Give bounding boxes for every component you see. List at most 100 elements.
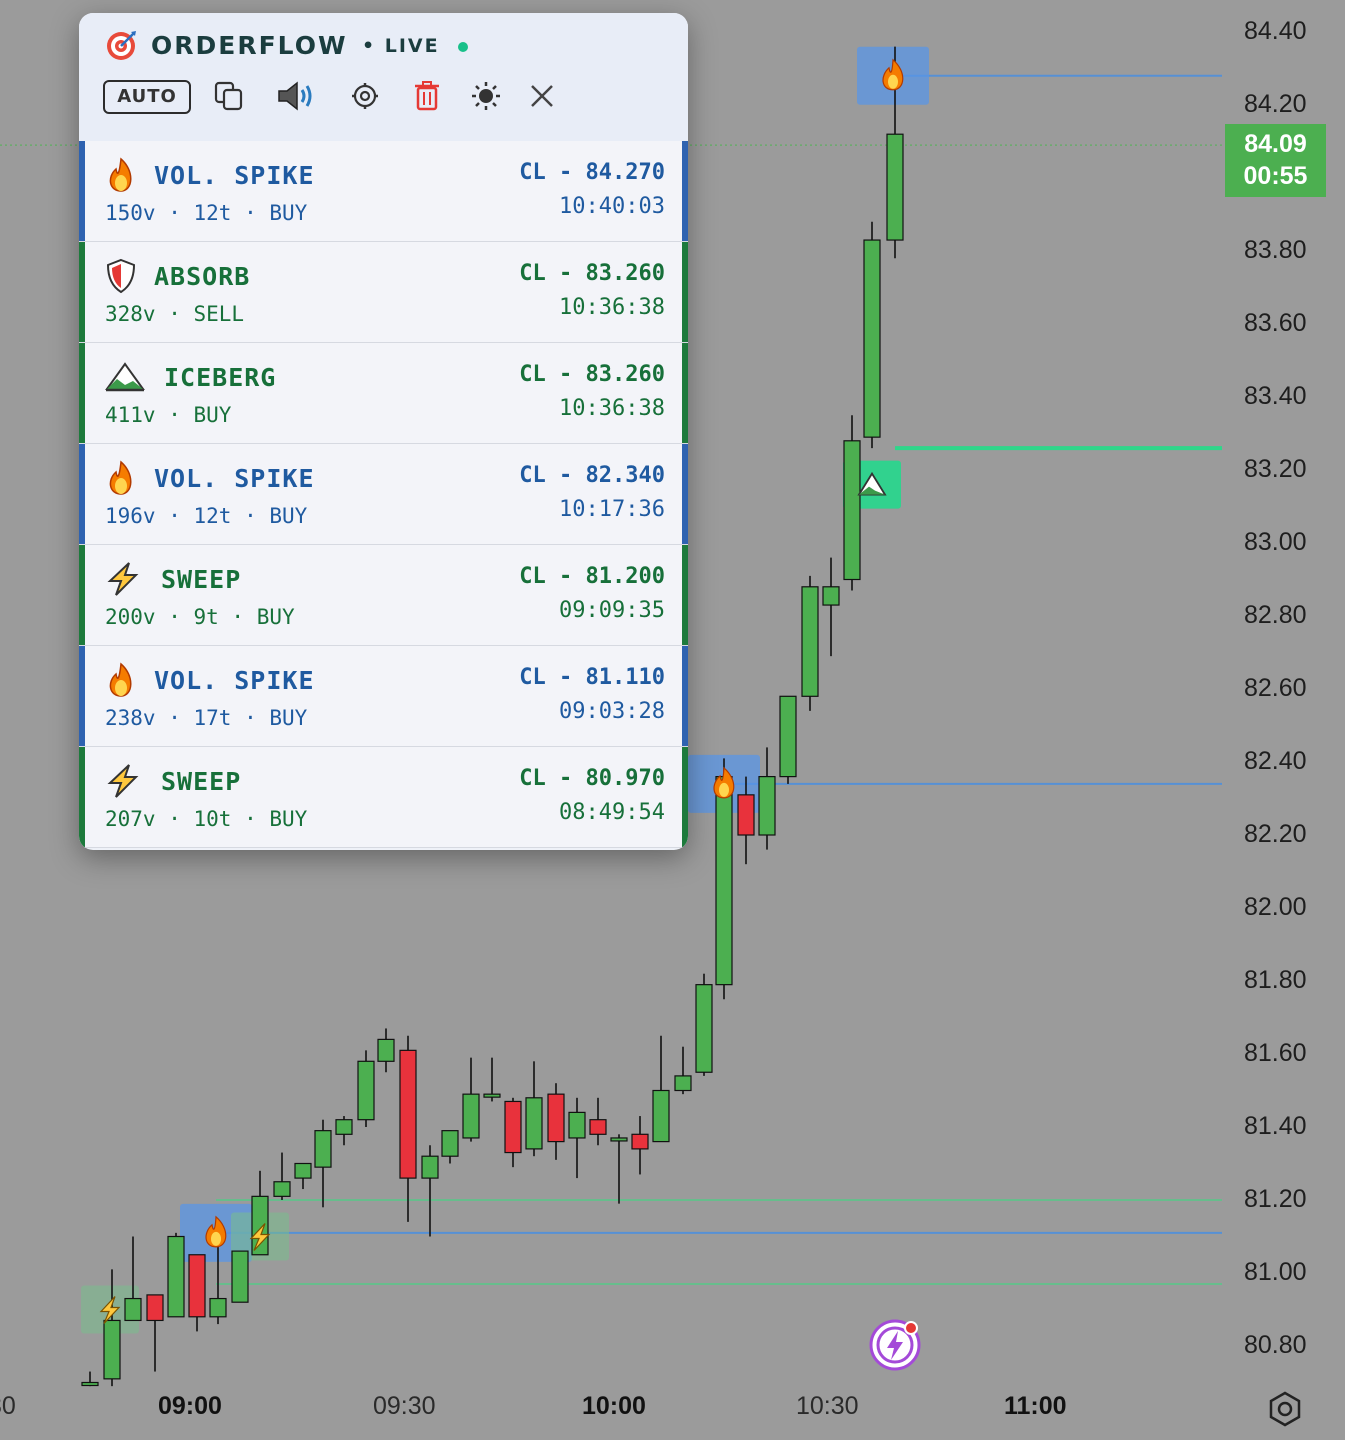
auto-button[interactable]: AUTO: [103, 80, 191, 114]
candle[interactable]: [758, 775, 776, 836]
alert-row-absorb[interactable]: ABSORB 328v · SELL CL - 83.260 10:36:38: [79, 242, 688, 343]
alert-type: ICEBERG: [164, 363, 277, 392]
row-accent-bar: [682, 545, 688, 645]
last-price: 84.09: [1244, 130, 1307, 158]
candle[interactable]: [188, 1254, 206, 1318]
candle[interactable]: [779, 695, 797, 778]
time-tick-label: 10:00: [582, 1392, 646, 1420]
candle[interactable]: [146, 1294, 164, 1322]
candle[interactable]: [251, 1195, 269, 1256]
candle[interactable]: [81, 1381, 99, 1387]
candle[interactable]: [631, 1133, 649, 1150]
alert-time: 10:17:36: [559, 497, 665, 522]
candle[interactable]: [273, 1181, 291, 1197]
gear-icon[interactable]: [349, 79, 381, 113]
shield-icon: [105, 258, 141, 294]
time-tick-label: 10:30: [796, 1392, 859, 1420]
candle[interactable]: [167, 1235, 185, 1318]
candle[interactable]: [610, 1137, 628, 1142]
alert-time: 10:36:38: [559, 295, 665, 320]
alert-meta: 328v · SELL: [105, 302, 245, 326]
alert-time: 08:49:54: [559, 800, 665, 825]
candle[interactable]: [715, 775, 733, 986]
alert-meta: 207v · 10t · BUY: [105, 807, 308, 831]
candle[interactable]: [695, 984, 713, 1073]
iceberg-icon: [105, 359, 145, 395]
alert-meta: 196v · 12t · BUY: [105, 504, 308, 528]
candle[interactable]: [568, 1111, 586, 1139]
price-tick-label: 82.20: [1244, 820, 1307, 848]
candle[interactable]: [421, 1155, 439, 1179]
close-icon[interactable]: [528, 79, 556, 113]
time-tick-label: 30: [0, 1392, 16, 1420]
price-tick-label: 81.40: [1244, 1112, 1307, 1140]
candle[interactable]: [843, 440, 861, 581]
copy-icon[interactable]: [213, 79, 247, 113]
candle[interactable]: [314, 1130, 332, 1168]
alert-price: CL - 83.260: [519, 362, 665, 387]
chart-settings-icon[interactable]: [1266, 1390, 1304, 1428]
alert-row-iceberg[interactable]: ICEBERG 411v · BUY CL - 83.260 10:36:38: [79, 343, 688, 444]
row-accent-bar: [79, 141, 85, 241]
candle[interactable]: [547, 1093, 565, 1143]
time-tick-label: 11:00: [1004, 1392, 1067, 1420]
alert-price: CL - 83.260: [519, 261, 665, 286]
candle[interactable]: [525, 1097, 543, 1150]
price-tick-label: 81.80: [1244, 966, 1307, 994]
fire-icon-core: [719, 782, 729, 797]
candle[interactable]: [124, 1297, 142, 1322]
candle[interactable]: [103, 1319, 121, 1380]
alert-price: CL - 82.340: [519, 463, 665, 488]
speaker-icon[interactable]: [275, 79, 317, 113]
candle[interactable]: [335, 1119, 353, 1135]
candle[interactable]: [674, 1075, 692, 1092]
candle[interactable]: [231, 1250, 249, 1303]
row-accent-bar: [79, 646, 85, 746]
alert-row-vol-spike[interactable]: VOL. SPIKE 150v · 12t · BUY CL - 84.270 10:…: [79, 141, 688, 242]
price-tick-label: 80.80: [1244, 1331, 1307, 1359]
candle[interactable]: [863, 239, 881, 438]
candle[interactable]: [462, 1093, 480, 1139]
candle[interactable]: [483, 1093, 501, 1098]
orderflow-panel[interactable]: ORDERFLOW • LIVE AUTO VOL. SPIKE 150v · …: [79, 13, 688, 850]
candle[interactable]: [801, 586, 819, 697]
candle[interactable]: [294, 1162, 312, 1179]
row-accent-bar: [79, 343, 85, 443]
row-accent-bar: [79, 747, 85, 847]
alert-row-vol-spike[interactable]: VOL. SPIKE 238v · 17t · BUY CL - 81.110 09:…: [79, 646, 688, 747]
candle[interactable]: [652, 1089, 670, 1143]
alert-row-vol-spike[interactable]: VOL. SPIKE 196v · 12t · BUY CL - 82.340 10:…: [79, 444, 688, 545]
bar-countdown: 00:55: [1243, 162, 1308, 190]
candle[interactable]: [377, 1038, 395, 1062]
alert-time: 09:09:35: [559, 598, 665, 623]
alert-meta: 200v · 9t · BUY: [105, 605, 295, 629]
alert-price: CL - 80.970: [519, 766, 665, 791]
price-tick-label: 83.80: [1244, 236, 1307, 264]
price-tick-label: 82.60: [1244, 674, 1307, 702]
candle[interactable]: [737, 794, 755, 836]
sun-icon[interactable]: [471, 79, 501, 113]
live-dot-icon: [458, 41, 469, 52]
candle[interactable]: [357, 1060, 375, 1121]
price-tick-label: 83.20: [1244, 455, 1307, 483]
candle[interactable]: [399, 1049, 417, 1179]
candle[interactable]: [209, 1297, 227, 1318]
price-tick-label: 81.20: [1244, 1185, 1307, 1213]
candle[interactable]: [504, 1100, 522, 1154]
alert-type: VOL. SPIKE: [154, 666, 315, 695]
alert-bolt-icon[interactable]: [868, 1318, 922, 1372]
trash-icon[interactable]: [412, 79, 442, 113]
chart-area[interactable]: 84.40 84.20 83.80 83.60 83.40 83.20 83.00 82.80…: [0, 0, 1345, 1440]
row-accent-bar: [79, 242, 85, 342]
fire-icon: [105, 460, 141, 496]
candle[interactable]: [822, 586, 840, 606]
alert-meta: 238v · 17t · BUY: [105, 706, 308, 730]
candle[interactable]: [441, 1130, 459, 1157]
alert-type: VOL. SPIKE: [154, 464, 315, 493]
candle[interactable]: [886, 133, 904, 241]
alert-row-sweep[interactable]: SWEEP 200v · 9t · BUY CL - 81.200 09:09:35: [79, 545, 688, 646]
time-tick-label: 09:30: [373, 1392, 436, 1420]
candle[interactable]: [589, 1119, 607, 1135]
alert-row-sweep[interactable]: SWEEP 207v · 10t · BUY CL - 80.970 08:49:54: [79, 747, 688, 848]
alert-price: CL - 81.110: [519, 665, 665, 690]
